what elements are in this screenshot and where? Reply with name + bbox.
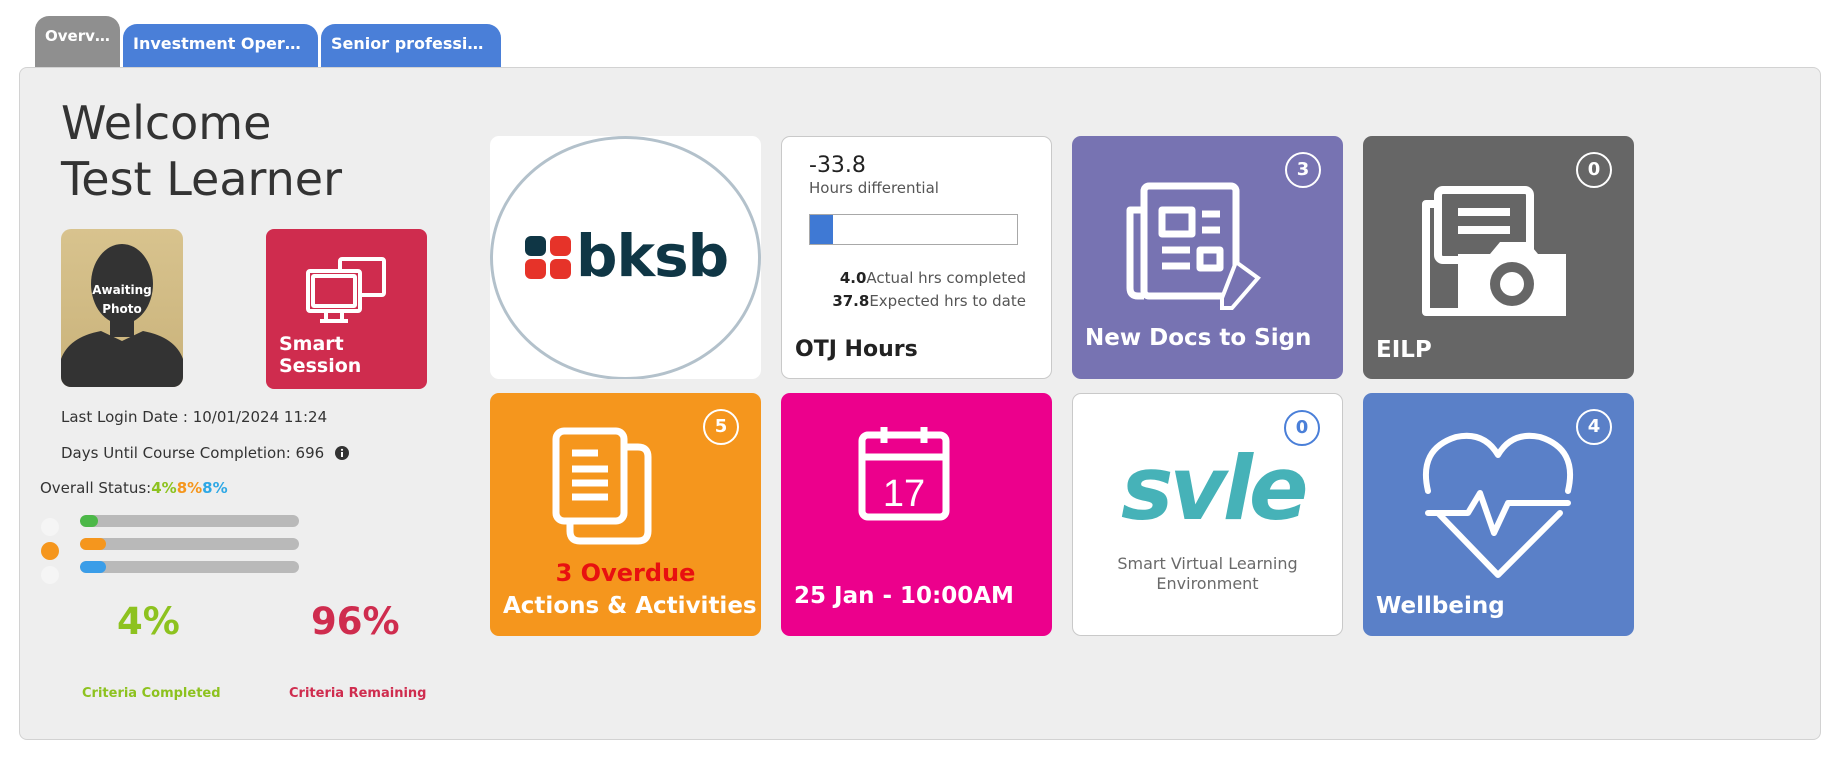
otj-expected-value: 37.8 (832, 292, 870, 310)
days-until-text: Days Until Course Completion: 696 (61, 444, 325, 462)
awaiting-photo-line2: Photo (102, 302, 142, 316)
otj-progress-fill (810, 215, 833, 244)
days-until-completion: Days Until Course Completion: 696 (61, 444, 349, 462)
wellbeing-title: Wellbeing (1376, 593, 1505, 619)
otj-actual-value: 4.0 (839, 269, 867, 287)
avatar[interactable]: Awaiting Photo (61, 229, 183, 387)
otj-actual-label: Actual hrs completed (866, 269, 1026, 287)
otj-hours-title: OTJ Hours (795, 337, 918, 362)
smart-session-label: Smart Session (279, 333, 362, 377)
status-dot-3[interactable] (41, 566, 59, 584)
otj-hours-tile[interactable]: -33.8 Hours differential 4.0Actual hrs c… (781, 136, 1052, 379)
actions-badge: 5 (703, 409, 739, 445)
tab-overview[interactable]: Overview (35, 16, 120, 68)
calendar-day-number: 17 (883, 473, 925, 515)
new-docs-title: New Docs to Sign (1085, 325, 1312, 351)
eilp-tile[interactable]: 0 EILP (1363, 136, 1634, 379)
otj-differential-label: Hours differential (809, 179, 939, 197)
otj-differential-value: -33.8 (809, 153, 866, 178)
overall-status: Overall Status:4%8%8% (40, 479, 228, 497)
calendar-icon: 17 (858, 427, 950, 521)
criteria-remaining-label: Criteria Remaining (289, 686, 427, 701)
svle-subtitle-line2: Environment (1156, 574, 1259, 593)
actions-activities-tile[interactable]: 5 3 Overdue Actions & Activities (490, 393, 761, 636)
calendar-tile[interactable]: 17 25 Jan - 10:00AM (781, 393, 1052, 636)
criteria-completed-percent: 4% (117, 600, 180, 643)
otj-actual-row: 4.0Actual hrs completed (840, 269, 1026, 287)
camera-document-icon (1422, 186, 1566, 316)
actions-activities-title: Actions & Activities (503, 593, 757, 619)
status-dot-2[interactable] (41, 542, 59, 560)
monitors-icon (306, 257, 386, 323)
new-docs-badge: 3 (1285, 152, 1321, 188)
awaiting-photo-line1: Awaiting (92, 283, 152, 297)
status-bar-2 (80, 538, 299, 550)
bksb-logo-mark (525, 236, 573, 280)
calendar-event-title: 25 Jan - 10:00AM (794, 583, 1014, 609)
otj-expected-label: Expected hrs to date (869, 292, 1026, 310)
status-bar-3-fill (80, 561, 107, 573)
wellbeing-badge: 4 (1576, 409, 1612, 445)
svle-logo-text: svle (1121, 437, 1309, 540)
tab-investment-operations[interactable]: Investment Operations Specialist (123, 24, 318, 68)
new-docs-tile[interactable]: 3 New Docs to Sign (1072, 136, 1343, 379)
overall-status-label: Overall Status: (40, 479, 152, 497)
criteria-remaining-percent: 96% (311, 600, 400, 643)
status-bar-1-fill (80, 515, 98, 527)
document-sign-icon (1126, 182, 1261, 310)
svle-tile[interactable]: 0 svle Smart Virtual Learning Environmen… (1072, 393, 1343, 636)
svle-subtitle-line1: Smart Virtual Learning (1117, 554, 1298, 573)
status-value-2: 8% (176, 479, 203, 497)
wellbeing-tile[interactable]: 4 Wellbeing (1363, 393, 1634, 636)
welcome-line: Welcome (61, 96, 272, 150)
documents-icon (552, 427, 652, 545)
bksb-tile[interactable]: bksb (490, 136, 761, 379)
awaiting-photo-text: Awaiting Photo (61, 281, 183, 319)
bksb-logo-text: bksb (576, 222, 729, 290)
otj-expected-row: 37.8Expected hrs to date (832, 292, 1026, 310)
last-login-date: Last Login Date : 10/01/2024 11:24 (61, 408, 328, 426)
overview-panel: Welcome Test Learner Awaiting Photo Smar… (19, 67, 1821, 740)
status-value-3: 8% (202, 479, 228, 497)
tab-senior-professional[interactable]: Senior professional in Finance (321, 24, 501, 68)
learner-name: Test Learner (61, 152, 342, 206)
eilp-badge: 0 (1576, 152, 1612, 188)
status-dot-1[interactable] (41, 518, 59, 536)
status-bar-1 (80, 515, 299, 527)
otj-progress-bar (809, 214, 1018, 245)
status-bar-3 (80, 561, 299, 573)
overdue-count: 3 Overdue (555, 559, 696, 587)
welcome-heading: Welcome Test Learner (61, 95, 342, 207)
criteria-completed-label: Criteria Completed (82, 686, 221, 701)
info-icon[interactable] (334, 446, 349, 460)
eilp-title: EILP (1376, 337, 1432, 363)
heart-pulse-icon (1422, 432, 1574, 578)
status-bar-2-fill (80, 538, 107, 550)
smart-session-button[interactable]: Smart Session (266, 229, 427, 389)
status-value-1: 4% (151, 479, 177, 497)
svle-subtitle: Smart Virtual Learning Environment (1073, 554, 1342, 594)
